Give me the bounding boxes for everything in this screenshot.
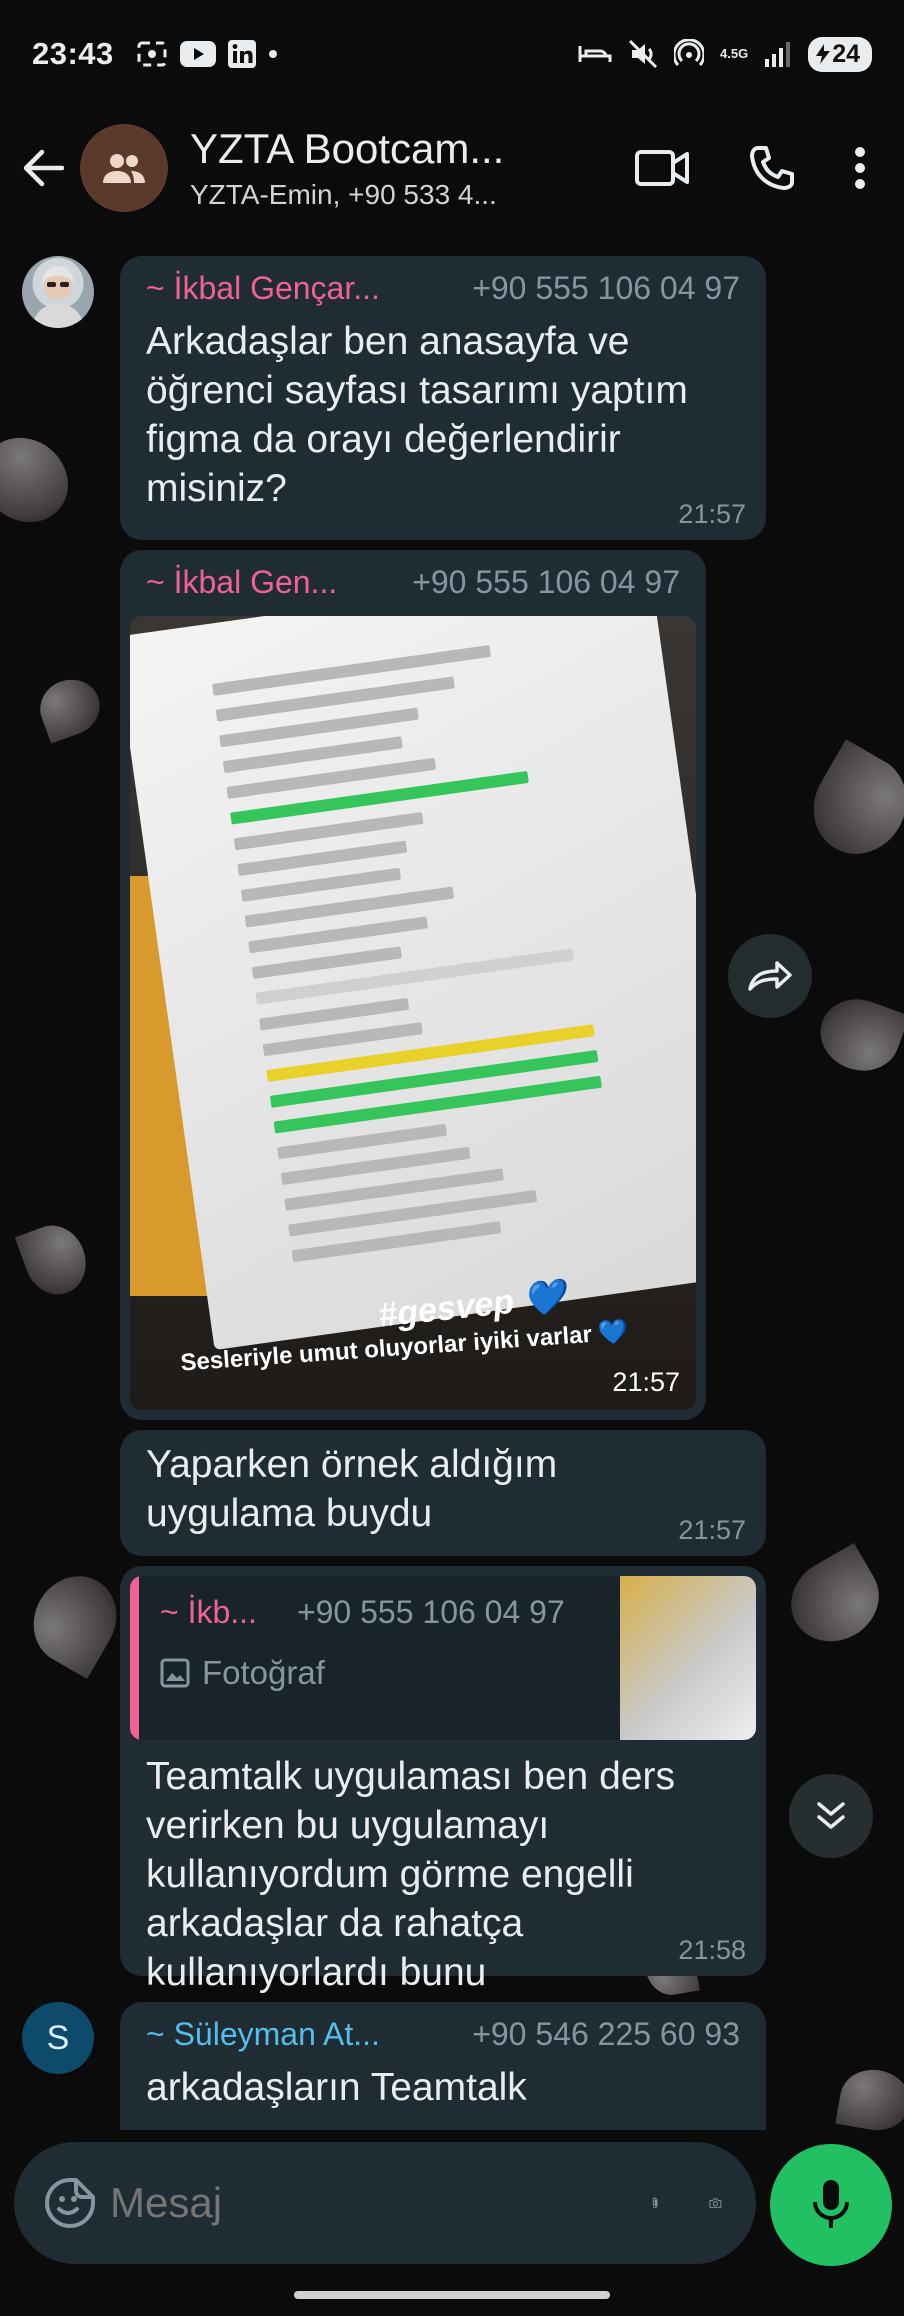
- sleep-mode-icon: [578, 46, 612, 62]
- forward-button[interactable]: [728, 934, 812, 1018]
- sender-name[interactable]: ~ İkbal Gen...: [146, 564, 337, 601]
- group-avatar[interactable]: [80, 124, 168, 212]
- attach-icon[interactable]: [651, 2177, 659, 2229]
- signal-icon: [765, 42, 791, 67]
- chat-participants: YZTA-Emin, +90 533 4...: [190, 179, 497, 210]
- back-button[interactable]: [6, 108, 78, 228]
- scroll-to-bottom-button[interactable]: [789, 1774, 873, 1858]
- message-bubble[interactable]: Yaparken örnek aldığım uygulama buydu 21…: [120, 1430, 766, 1556]
- battery-bolt-icon: [816, 44, 831, 64]
- sender-phone: +90 546 225 60 93: [472, 2016, 740, 2052]
- quote-type-label: Fotoğraf: [202, 1654, 325, 1691]
- quoted-message[interactable]: ~ İkb... +90 555 106 04 97 Fotoğraf: [130, 1576, 756, 1740]
- sender-name[interactable]: ~ İkbal Gençar...: [146, 270, 380, 307]
- forward-icon: [748, 961, 792, 991]
- sender-name[interactable]: ~ Süleyman At...: [146, 2016, 380, 2053]
- arrow-left-icon: [23, 149, 64, 187]
- shared-photo[interactable]: #gesvep 💙 Sesleriyle umut oluyorlar iyik…: [130, 616, 696, 1410]
- network-type-label: 4.5G: [720, 46, 749, 61]
- sender-avatar[interactable]: [22, 256, 94, 328]
- quote-photo-thumbnail: [620, 1576, 756, 1740]
- voice-call-icon[interactable]: [748, 144, 796, 192]
- status-time: 23:43: [32, 36, 114, 71]
- linkedin-icon: [227, 40, 256, 68]
- group-icon: [103, 154, 145, 183]
- message-bubble[interactable]: ~ İkbal Gençar... +90 555 106 04 97 Arka…: [120, 256, 766, 540]
- microphone-icon: [813, 2180, 849, 2228]
- camera-icon[interactable]: [709, 2180, 722, 2226]
- message-time: 21:57: [678, 499, 746, 529]
- youtube-icon: [179, 41, 216, 67]
- battery-indicator: 24: [808, 36, 872, 72]
- chat-header: YZTA Bootcam... YZTA-Emin, +90 533 4...: [0, 108, 904, 228]
- video-call-icon[interactable]: [634, 148, 690, 188]
- voice-message-button[interactable]: [770, 2144, 892, 2266]
- message-composer: [14, 2142, 756, 2264]
- message-input[interactable]: [110, 2179, 651, 2227]
- dot-icon: [268, 50, 277, 58]
- sender-phone: +90 555 106 04 97: [472, 270, 740, 306]
- photo-icon: [160, 1658, 190, 1688]
- status-bar: 23:43 4.5G 24: [0, 0, 904, 108]
- message-text: Teamtalk uygulaması ben ders verirken bu…: [146, 1755, 675, 1994]
- quote-accent-bar: [130, 1576, 139, 1740]
- sticker-button[interactable]: [44, 2172, 96, 2234]
- quote-sender: ~ İkb...: [160, 1594, 257, 1630]
- screen-capture-icon: [137, 41, 167, 67]
- chat-title: YZTA Bootcam...: [190, 125, 505, 172]
- sender-avatar[interactable]: S: [22, 2002, 94, 2074]
- screenshot-content: [130, 616, 696, 1351]
- quote-phone: +90 555 106 04 97: [296, 1594, 565, 1630]
- gesture-navigation-bar[interactable]: [294, 2291, 610, 2299]
- sticker-icon: [45, 2178, 95, 2228]
- message-time: 21:58: [678, 1935, 746, 1965]
- double-chevron-down-icon: [817, 1802, 845, 1829]
- message-bubble[interactable]: ~ Süleyman At... +90 546 225 60 93 arkad…: [120, 2002, 766, 2130]
- mute-icon: [628, 39, 658, 69]
- battery-level: 24: [832, 39, 860, 68]
- sender-phone: +90 555 106 04 97: [412, 564, 680, 600]
- message-text: Arkadaşlar ben anasayfa ve öğrenci sayfa…: [146, 320, 688, 510]
- message-time: 21:57: [678, 1515, 746, 1545]
- image-message-bubble[interactable]: ~ İkbal Gen... +90 555 106 04 97 #gesvep…: [120, 550, 706, 1420]
- hotspot-icon: [674, 39, 704, 67]
- message-text: Yaparken örnek aldığım uygulama buydu: [146, 1443, 558, 1535]
- more-options-icon[interactable]: [854, 146, 866, 190]
- message-list[interactable]: ~ İkbal Gençar... +90 555 106 04 97 Arka…: [0, 228, 904, 2130]
- message-text: arkadaşların Teamtalk: [146, 2066, 527, 2109]
- reply-message-bubble[interactable]: ~ İkb... +90 555 106 04 97 Fotoğraf Team…: [120, 1566, 766, 1994]
- message-time: 21:57: [612, 1367, 680, 1397]
- person-photo-icon: [32, 266, 84, 328]
- chat-title-block[interactable]: YZTA Bootcam... YZTA-Emin, +90 533 4...: [190, 125, 550, 211]
